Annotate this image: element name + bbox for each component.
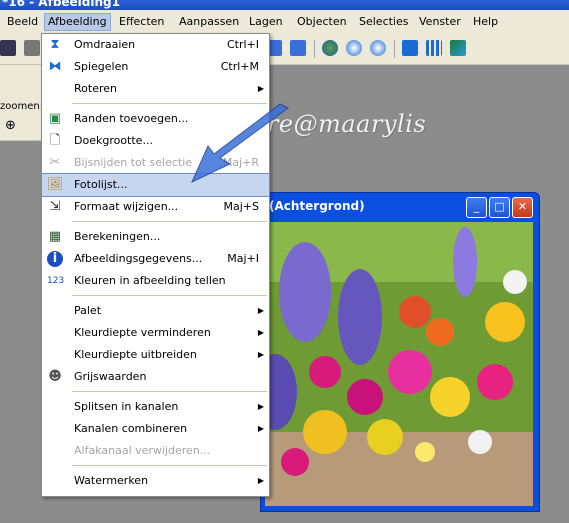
minimize-button[interactable]: _ [466,197,487,218]
image-window[interactable]: (Achtergrond) _ □ ✕ [260,192,540,512]
mirror-icon: ⧓ [48,59,62,74]
menu-lagen[interactable]: Lagen [246,14,286,30]
menu-item-omdraaien[interactable]: ⧗ Omdraaien Ctrl+I [42,34,269,56]
app-title: *16 - Afbeelding1 [2,0,120,9]
menu-separator [72,465,267,466]
picture-frame-icon: 🖼 [47,177,64,192]
menu-item-alfakanaal-verwijderen[interactable]: Alfakanaal verwijderen... [42,440,269,462]
menu-effecten[interactable]: Effecten [116,14,167,30]
menu-beeld[interactable]: Beeld [4,14,41,30]
image-window-title: (Achtergrond) [269,199,365,213]
submenu-arrow-icon: ▶ [257,328,264,337]
submenu-arrow-icon: ▶ [257,350,264,359]
resize-icon: ⇲ [49,199,61,214]
app-title-bar: *16 - Afbeelding1 [0,0,569,10]
menu-bar: Beeld Afbeelding Effecten Aanpassen Lage… [0,10,569,35]
submenu-arrow-icon: ▶ [257,424,264,433]
menu-objecten[interactable]: Objecten [294,14,350,30]
left-tool-panel: zoomen: ⊕ [0,65,43,141]
zoom-icon[interactable]: ⊕ [5,119,19,133]
count-colors-icon: 123 [47,276,65,286]
menu-separator [72,221,267,222]
menu-item-kleurdiepte-verminderen[interactable]: Kleurdiepte verminderen ▶ [42,322,269,344]
submenu-arrow-icon: ▶ [257,84,264,93]
toolbar-separator [394,40,395,58]
menu-separator [72,391,267,392]
menu-item-grijswaarden[interactable]: ☻ Grijswaarden [42,366,269,388]
menu-afbeelding[interactable]: Afbeelding [44,13,111,31]
submenu-arrow-icon: ▶ [257,402,264,411]
menu-item-formaat-wijzigen[interactable]: ⇲ Formaat wijzigen... Maj+S [42,196,269,218]
maximize-button[interactable]: □ [489,197,510,218]
flower-photo [265,222,533,506]
zoom-label: zoomen: [0,101,44,112]
menu-item-roteren[interactable]: Roteren ▶ [42,78,269,100]
submenu-arrow-icon: ▶ [257,476,264,485]
calculator-icon: ▦ [48,229,62,244]
flip-icon: ⧗ [50,37,60,52]
add-borders-icon: ▣ [48,111,62,126]
close-button[interactable]: ✕ [512,197,533,218]
info-icon: i [47,251,63,267]
submenu-arrow-icon: ▶ [257,306,264,315]
menu-item-palet[interactable]: Palet ▶ [42,300,269,322]
menu-item-watermerken[interactable]: Watermerken ▶ [42,470,269,492]
menu-item-kleurdiepte-uitbreiden[interactable]: Kleurdiepte uitbreiden ▶ [42,344,269,366]
canvas-size-icon: 🗋 [49,133,61,148]
menu-item-kleuren-tellen[interactable]: 123 Kleuren in afbeelding tellen [42,270,269,292]
pointer-arrow-icon [190,103,289,184]
png-export-icon[interactable] [290,40,306,56]
ring-icon[interactable] [370,40,386,56]
menu-help[interactable]: Help [470,14,501,30]
globe-icon[interactable] [322,40,338,56]
print-icon[interactable] [24,40,40,56]
target-icon[interactable] [346,40,362,56]
menu-item-spiegelen[interactable]: ⧓ Spiegelen Ctrl+M [42,56,269,78]
menu-aanpassen[interactable]: Aanpassen [176,14,242,30]
color-picker-icon[interactable] [450,40,466,56]
menu-item-splitsen-kanalen[interactable]: Splitsen in kanalen ▶ [42,396,269,418]
menu-venster[interactable]: Venster [416,14,464,30]
toolbar-separator [314,40,315,58]
menu-item-kanalen-combineren[interactable]: Kanalen combineren ▶ [42,418,269,440]
save-icon[interactable] [0,40,16,56]
crop-icon: ✂ [49,155,61,170]
grid-dots-icon[interactable] [426,40,442,56]
menu-separator [72,295,267,296]
grayscale-icon: ☻ [48,369,62,384]
menu-item-berekeningen[interactable]: ▦ Berekeningen... [42,226,269,248]
layout-icon[interactable] [402,40,418,56]
menu-selecties[interactable]: Selecties [356,14,412,30]
menu-item-afbeeldingsgegevens[interactable]: i Afbeeldingsgegevens... Maj+I [42,248,269,270]
